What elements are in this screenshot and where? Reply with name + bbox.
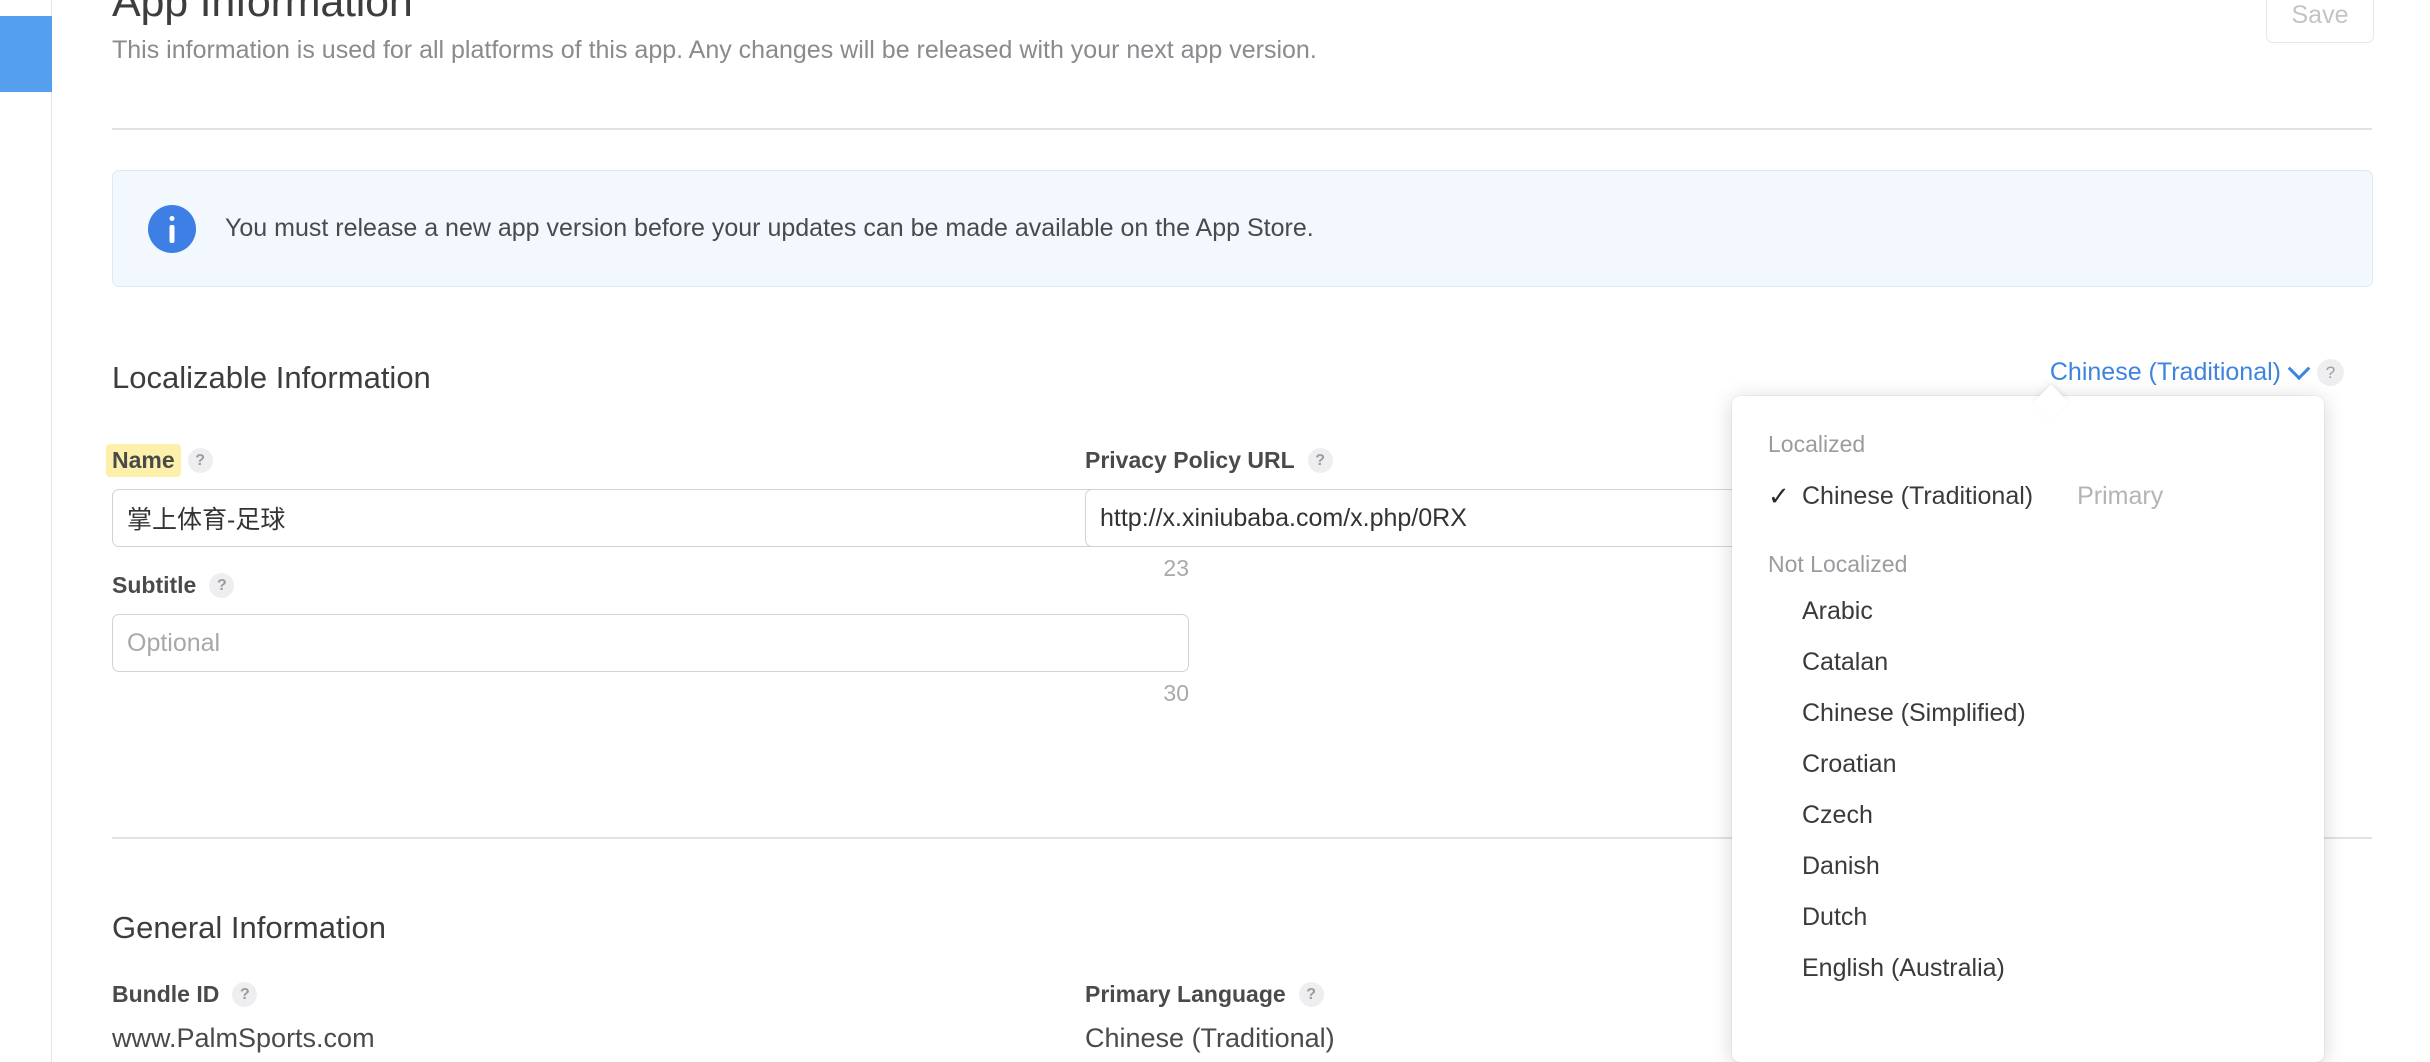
field-label-primary-language-text: Primary Language	[1085, 981, 1286, 1008]
chevron-down-icon[interactable]	[2288, 357, 2311, 380]
field-name: Name ? 23	[112, 443, 1189, 582]
help-icon-name[interactable]: ?	[188, 448, 213, 473]
language-selector[interactable]: Chinese (Traditional) ?	[2050, 358, 2344, 387]
field-label-name-text: Name	[106, 444, 181, 477]
help-icon-subtitle[interactable]: ?	[209, 573, 234, 598]
field-label-name: Name ?	[112, 443, 1189, 477]
sidebar-item-app-information[interactable]	[0, 16, 52, 92]
language-selector-label[interactable]: Chinese (Traditional)	[2050, 358, 2281, 387]
primary-badge: Primary	[2077, 482, 2163, 511]
language-option-item[interactable]: ✓Danish	[1732, 842, 2324, 890]
language-option-label: Croatian	[1802, 750, 1897, 779]
help-icon-privacy-policy[interactable]: ?	[1308, 448, 1333, 473]
language-option-item[interactable]: ✓Dutch	[1732, 893, 2324, 941]
banner-message: You must release a new app version befor…	[225, 214, 1314, 243]
language-option-item[interactable]: ✓Chinese (Simplified)	[1732, 689, 2324, 737]
language-option-label: Catalan	[1802, 648, 1888, 677]
field-subtitle: Subtitle ? 30	[112, 568, 1189, 707]
language-option-item[interactable]: ✓English (Australia)	[1732, 944, 2324, 992]
language-group-label: Not Localized	[1732, 544, 2324, 584]
help-icon-primary-language[interactable]: ?	[1299, 982, 1324, 1007]
page-subtitle: This information is used for all platfor…	[112, 36, 1317, 65]
page-title: App Information	[112, 0, 413, 27]
name-input[interactable]	[112, 489, 1189, 547]
field-label-subtitle-text: Subtitle	[112, 572, 196, 599]
localizable-information-heading: Localizable Information	[112, 360, 431, 396]
language-option-item[interactable]: ✓Croatian	[1732, 740, 2324, 788]
field-label-primary-language: Primary Language ?	[1085, 977, 1335, 1011]
field-label-bundle-text: Bundle ID	[112, 981, 219, 1008]
subtitle-input[interactable]	[112, 614, 1189, 672]
subtitle-char-count: 30	[112, 680, 1189, 707]
language-option-item[interactable]: ✓Czech	[1732, 791, 2324, 839]
language-option-label: Chinese (Traditional)	[1802, 482, 2033, 511]
help-icon-bundle-id[interactable]: ?	[232, 982, 257, 1007]
field-label-subtitle: Subtitle ?	[112, 568, 1189, 602]
language-option-label: Arabic	[1802, 597, 1873, 626]
field-label-privacy-text: Privacy Policy URL	[1085, 447, 1295, 474]
language-group-label: Localized	[1732, 424, 2324, 464]
check-icon: ✓	[1768, 483, 1794, 509]
field-bundle-id: Bundle ID ? www.PalmSports.com	[112, 977, 375, 1054]
save-button[interactable]: Save	[2266, 0, 2374, 43]
language-option-label: English (Australia)	[1802, 954, 2005, 983]
app-information-page: App Information This information is used…	[0, 0, 2430, 1062]
language-option-item[interactable]: ✓Arabic	[1732, 587, 2324, 635]
release-info-banner: You must release a new app version befor…	[112, 170, 2373, 287]
divider-top	[112, 128, 2372, 130]
language-option-label: Dutch	[1802, 903, 1867, 932]
field-primary-language: Primary Language ? Chinese (Traditional)	[1085, 977, 1335, 1054]
primary-language-value: Chinese (Traditional)	[1085, 1023, 1335, 1054]
language-option-item[interactable]: ✓Catalan	[1732, 638, 2324, 686]
help-icon-language[interactable]: ?	[2317, 359, 2344, 386]
info-icon	[148, 205, 196, 253]
general-information-heading: General Information	[112, 910, 386, 946]
language-dropdown-popover[interactable]: Localized ✓ Chinese (Traditional) Primary No…	[1732, 396, 2324, 1062]
field-label-bundle-id: Bundle ID ?	[112, 977, 375, 1011]
language-option-label: Czech	[1802, 801, 1873, 830]
bundle-id-value: www.PalmSports.com	[112, 1023, 375, 1054]
language-option-list: Localized ✓ Chinese (Traditional) Primary No…	[1732, 424, 2324, 994]
language-option-label: Danish	[1802, 852, 1880, 881]
language-option-item[interactable]: ✓ Chinese (Traditional) Primary	[1732, 472, 2324, 520]
sidebar-rail	[0, 0, 52, 1062]
language-option-label: Chinese (Simplified)	[1802, 699, 2026, 728]
